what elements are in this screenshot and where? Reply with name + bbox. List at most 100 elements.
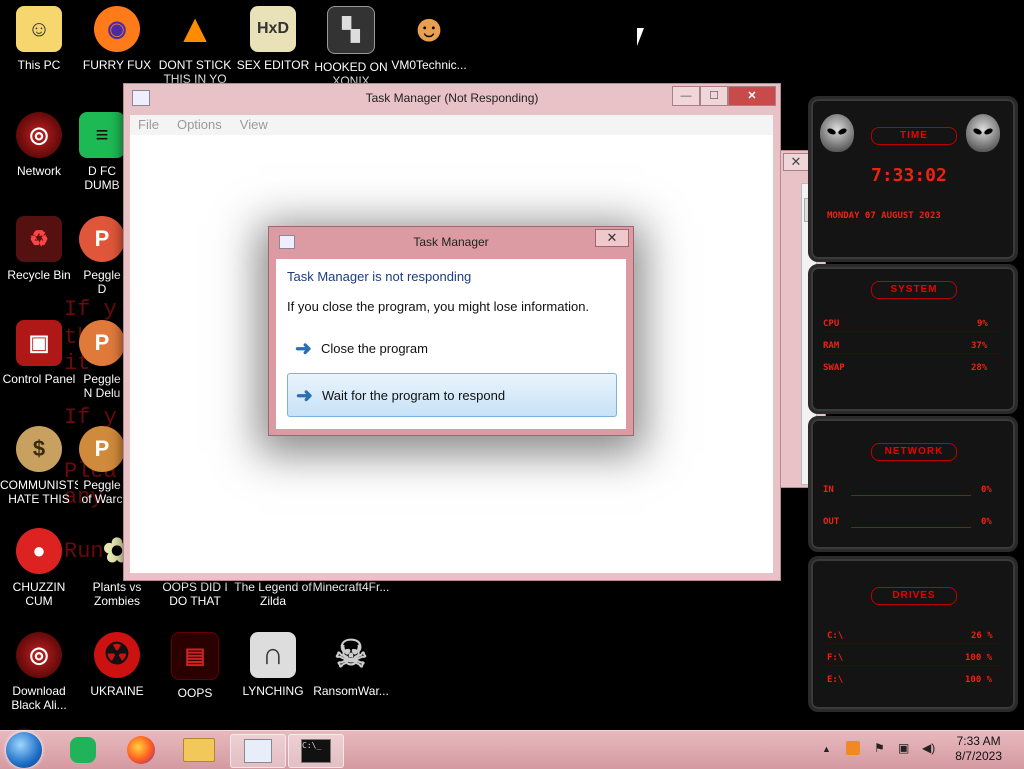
taskbar-clock[interactable]: 7:33 AM 8/7/2023 xyxy=(955,734,1002,764)
tray-app-icon[interactable] xyxy=(846,741,860,755)
desktop-icon-recycle-bin[interactable]: ♻ Recycle Bin xyxy=(0,216,78,282)
dark-app-icon: ▤ xyxy=(171,632,219,680)
alien-head-icon xyxy=(820,114,854,152)
wait-program-label: Wait for the program to respond xyxy=(322,387,506,403)
network-in-label: IN xyxy=(823,485,834,495)
arrow-right-icon: ➜ xyxy=(296,384,313,407)
desktop-icon-peggle-d[interactable]: P Peggle D xyxy=(78,216,126,296)
desktop-icon-label: FURRY FUX xyxy=(82,58,152,72)
volume-icon[interactable]: ◀) xyxy=(922,741,935,755)
cpu-value: 9% xyxy=(977,319,988,329)
network-out-graph xyxy=(851,527,971,528)
alien-head-icon xyxy=(966,114,1000,152)
taskbar-file-explorer[interactable] xyxy=(178,734,220,766)
desktop-icon-oops[interactable]: ▤ OOPS xyxy=(156,632,234,700)
desktop: If y the it If y Plea any Run ☺ This PC … xyxy=(0,0,1024,730)
network-panel: NETWORK IN 0% OUT 0% xyxy=(808,416,1018,552)
taskbar-command-prompt[interactable]: C:\_ xyxy=(288,734,344,768)
desktop-icon-label: Download Black Ali... xyxy=(11,684,67,712)
hex-editor-icon: HxD xyxy=(250,6,296,52)
network-panel-title: NETWORK xyxy=(871,443,957,461)
clock-time: 7:33 AM xyxy=(956,734,1001,748)
desktop-icon-sex-editor[interactable]: HxD SEX EDITOR xyxy=(234,6,312,72)
desktop-icon-label: D FC DUMB xyxy=(84,164,120,192)
desktop-icon-hooked-on-xonix[interactable]: ▚ HOOKED ON XONIX xyxy=(312,6,390,88)
desktop-icon-label: RansomWar... xyxy=(313,684,389,698)
peggle-warcraft-icon: P xyxy=(79,426,125,472)
minimize-button[interactable]: — xyxy=(672,86,700,106)
desktop-icon-label: SEX EDITOR xyxy=(236,58,310,72)
desktop-icon-label: The Legend of Zilda xyxy=(234,580,312,608)
divider xyxy=(827,643,1003,644)
radiation-icon: ☢ xyxy=(94,632,140,678)
cpu-label: CPU xyxy=(823,319,840,329)
peggle-deluxe-icon: P xyxy=(79,320,125,366)
desktop-icon-dont-stick[interactable]: ▲ DONT STICK THIS IN YO xyxy=(156,6,234,86)
taskbar: C:\_ ▲ ⚑ ▣ ◀) 7:33 AM 8/7/2023 xyxy=(0,730,1024,769)
divider xyxy=(827,665,1003,666)
menu-file[interactable]: File xyxy=(130,115,169,135)
dialog-close-button[interactable]: ✕ xyxy=(595,229,629,247)
taskbar-task-manager[interactable] xyxy=(230,734,286,768)
firefox-icon xyxy=(127,736,155,764)
desktop-icon-lynching[interactable]: ∩ LYNCHING xyxy=(234,632,312,698)
desktop-icon-label: Plants vs Zombies xyxy=(92,580,142,608)
ram-value: 37% xyxy=(971,341,988,351)
desktop-icon-label: Recycle Bin xyxy=(7,268,71,282)
dialog-heading: Task Manager is not responding xyxy=(287,269,472,284)
dialog-message: If you close the program, you might lose… xyxy=(287,299,590,314)
menu-view[interactable]: View xyxy=(232,115,278,135)
not-responding-dialog[interactable]: Task Manager ✕ Task Manager is not respo… xyxy=(268,226,634,436)
desktop-icon-ukraine[interactable]: ☢ UKRAINE xyxy=(78,632,156,698)
desktop-icon-d-fc-dumb[interactable]: ≡ D FC DUMB xyxy=(78,112,126,192)
desktop-icon-peggle-deluxe[interactable]: P Peggle N Delu xyxy=(78,320,126,400)
firefox-icon: ◉ xyxy=(94,6,140,52)
menu-options[interactable]: Options xyxy=(169,115,232,135)
noose-icon: ∩ xyxy=(250,632,296,678)
taskbar-notes-app[interactable] xyxy=(62,734,104,766)
green-notes-icon xyxy=(70,737,96,763)
flag-icon[interactable]: ⚑ xyxy=(874,741,885,755)
desktop-icon-download-black-alien[interactable]: ◎ Download Black Ali... xyxy=(0,632,78,712)
desktop-icon-peggle-warcraft[interactable]: P Peggle of Warc xyxy=(78,426,126,506)
maximize-button[interactable]: ☐ xyxy=(700,86,728,106)
start-button[interactable] xyxy=(6,732,42,768)
menu-bar: File Options View xyxy=(130,115,773,135)
tray-overflow-button[interactable]: ▲ xyxy=(822,744,831,754)
desktop-icon-chuzzin-cum[interactable]: ● CHUZZIN CUM xyxy=(0,528,78,608)
desktop-icon-control-panel[interactable]: ▣ Control Panel xyxy=(0,320,78,386)
close-button[interactable]: ✕ xyxy=(728,86,776,106)
desktop-icon-furry-fux[interactable]: ◉ FURRY FUX xyxy=(78,6,156,72)
network-out-label: OUT xyxy=(823,517,840,527)
network-in-value: 0% xyxy=(981,485,992,495)
drive-c-value: 26 % xyxy=(971,631,993,641)
drives-panel-title: DRIVES xyxy=(871,587,957,605)
desktop-icon-label: UKRAINE xyxy=(90,684,144,698)
time-panel-title: TIME xyxy=(871,127,957,145)
network-in-graph xyxy=(851,495,971,496)
desktop-icon-label: OOPS DID I DO THAT xyxy=(162,580,228,608)
desktop-icon-label: Peggle D xyxy=(83,268,121,296)
network-tray-icon[interactable]: ▣ xyxy=(898,741,909,755)
chuzzle-icon: ● xyxy=(16,528,62,574)
desktop-icon-label: LYNCHING xyxy=(242,684,304,698)
technician-person-icon: ☻ xyxy=(409,8,449,50)
desktop-icon-communists[interactable]: $ COMMUNISTS HATE THIS G... xyxy=(0,426,78,506)
close-program-label: Close the program xyxy=(321,340,428,356)
system-panel-title: SYSTEM xyxy=(871,281,957,299)
task-manager-icon xyxy=(244,739,272,763)
vlc-cone-icon: ▲ xyxy=(175,7,215,51)
recycle-bin-icon: ♻ xyxy=(16,216,62,262)
desktop-icon-network[interactable]: ◎ Network xyxy=(0,112,78,178)
window-controls: — ☐ ✕ xyxy=(672,86,776,106)
folder-icon xyxy=(183,738,215,762)
desktop-icon-this-pc[interactable]: ☺ This PC xyxy=(0,6,78,72)
wait-program-option[interactable]: ➜ Wait for the program to respond xyxy=(287,373,617,417)
desktop-icon-label: Peggle of Warc xyxy=(81,478,123,506)
desktop-icon-label: This PC xyxy=(17,58,61,72)
taskbar-firefox[interactable] xyxy=(120,734,162,766)
desktop-icon-ransomware[interactable]: ☠ RansomWar... xyxy=(312,632,390,698)
desktop-icon-vm0technic[interactable]: ☻ VM0Technic... xyxy=(390,6,468,72)
close-program-option[interactable]: ➜ Close the program xyxy=(287,327,615,369)
spotify-icon: ≡ xyxy=(79,112,125,158)
